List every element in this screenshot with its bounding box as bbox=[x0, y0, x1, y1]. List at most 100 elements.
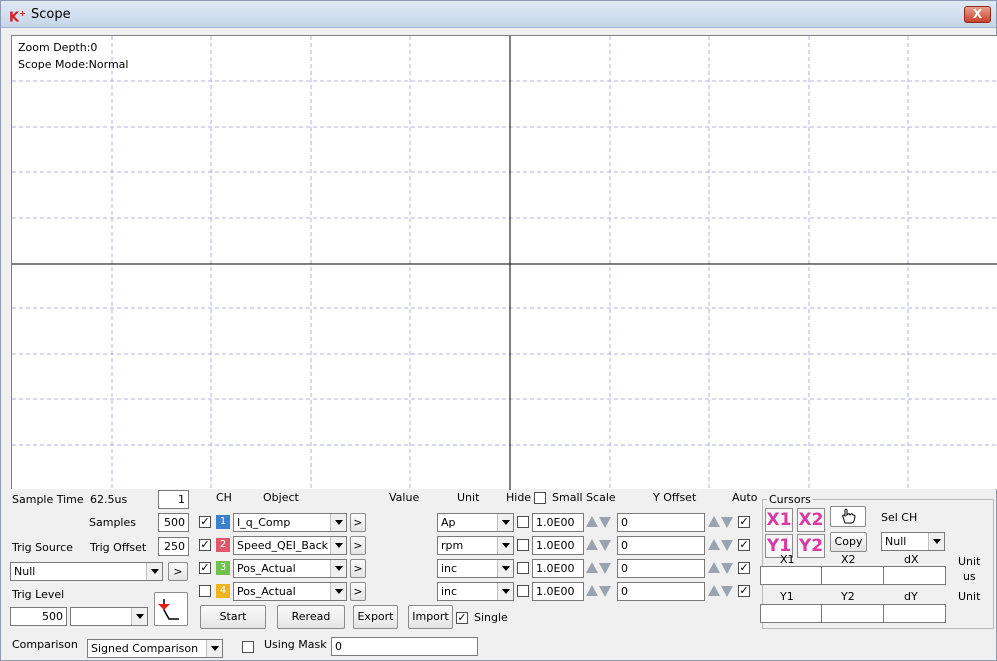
arrow-up-icon bbox=[708, 585, 720, 596]
chevron-down-icon bbox=[497, 560, 513, 577]
channel-enable-checkbox[interactable] bbox=[199, 585, 211, 597]
y1-value bbox=[760, 604, 822, 623]
trig-level-input[interactable]: 500 bbox=[10, 607, 67, 626]
channel-enable-checkbox[interactable]: ✓ bbox=[199, 516, 211, 528]
channel-hide-checkbox[interactable] bbox=[517, 562, 529, 574]
chevron-down-icon bbox=[497, 583, 513, 600]
small-scale-checkbox[interactable] bbox=[534, 492, 546, 504]
using-mask-checkbox[interactable] bbox=[242, 641, 254, 653]
channel-y-offset-input[interactable]: 0 bbox=[617, 582, 705, 601]
channel-object-arrow-button[interactable]: > bbox=[350, 582, 366, 601]
sel-ch-select[interactable]: Null bbox=[881, 532, 945, 551]
cursor-y2-button[interactable]: Y2 bbox=[797, 534, 825, 558]
zoom-depth-label: Zoom Depth:0 bbox=[18, 41, 98, 54]
channel-scale-input[interactable]: 1.0E00 bbox=[532, 536, 584, 555]
scale-spinner[interactable] bbox=[586, 582, 614, 600]
sample-time-multiplier-input[interactable]: 1 bbox=[158, 490, 189, 509]
samples-input[interactable]: 500 bbox=[158, 513, 189, 532]
hand-tool-button[interactable] bbox=[830, 506, 866, 527]
y2-col-label: Y2 bbox=[841, 590, 855, 603]
arrow-down-icon bbox=[599, 517, 611, 528]
copy-button[interactable]: Copy bbox=[830, 532, 867, 552]
channel-object-arrow-button[interactable]: > bbox=[350, 559, 366, 578]
channel-object-select[interactable]: Speed_QEI_Back bbox=[233, 536, 347, 555]
window-title: Scope bbox=[31, 7, 71, 22]
x1-col-label: X1 bbox=[780, 553, 795, 566]
cursor-x2-button[interactable]: X2 bbox=[797, 508, 825, 532]
falling-edge-icon bbox=[158, 599, 179, 620]
value-header: Value bbox=[389, 491, 420, 504]
dx-col-label: dX bbox=[904, 553, 919, 566]
trig-offset-input[interactable]: 250 bbox=[158, 537, 189, 556]
arrow-up-icon bbox=[708, 539, 720, 550]
channel-hide-checkbox[interactable] bbox=[517, 539, 529, 551]
channel-scale-input[interactable]: 1.0E00 bbox=[532, 582, 584, 601]
chevron-down-icon bbox=[497, 514, 513, 531]
start-button[interactable]: Start bbox=[200, 605, 266, 629]
channel-hide-checkbox[interactable] bbox=[517, 585, 529, 597]
channel-object-select[interactable]: Pos_Actual bbox=[233, 582, 347, 601]
comparison-select[interactable]: Signed Comparison bbox=[87, 639, 223, 658]
channel-unit-select[interactable]: inc bbox=[437, 559, 514, 578]
single-checkbox[interactable]: ✓ bbox=[456, 612, 468, 624]
channel-auto-checkbox[interactable]: ✓ bbox=[738, 516, 750, 528]
app-logo-icon: K+ bbox=[9, 9, 26, 26]
dy-value bbox=[883, 604, 946, 623]
arrow-down-icon bbox=[721, 586, 733, 597]
sel-ch-label: Sel CH bbox=[881, 511, 918, 524]
offset-spinner[interactable] bbox=[708, 513, 736, 531]
close-button[interactable]: X bbox=[964, 6, 991, 23]
channel-unit-select[interactable]: inc bbox=[437, 582, 514, 601]
offset-spinner[interactable] bbox=[708, 582, 736, 600]
trig-source-label: Trig Source bbox=[12, 541, 73, 554]
trig-source-arrow-button[interactable]: > bbox=[168, 562, 188, 581]
chevron-down-icon bbox=[330, 514, 346, 531]
channel-enable-checkbox[interactable]: ✓ bbox=[199, 562, 211, 574]
reread-button[interactable]: Reread bbox=[277, 605, 345, 629]
chevron-down-icon bbox=[928, 533, 944, 550]
channel-unit-select[interactable]: rpm bbox=[437, 536, 514, 555]
trigger-edge-button[interactable] bbox=[154, 592, 188, 626]
offset-spinner[interactable] bbox=[708, 559, 736, 577]
cursors-title: Cursors bbox=[767, 493, 813, 506]
channel-auto-checkbox[interactable]: ✓ bbox=[738, 585, 750, 597]
channel-scale-input[interactable]: 1.0E00 bbox=[532, 559, 584, 578]
channel-object-arrow-button[interactable]: > bbox=[350, 536, 366, 555]
channel-y-offset-input[interactable]: 0 bbox=[617, 559, 705, 578]
import-button[interactable]: Import bbox=[408, 605, 453, 629]
trig-offset-label: Trig Offset bbox=[90, 541, 147, 554]
offset-spinner[interactable] bbox=[708, 536, 736, 554]
arrow-down-icon bbox=[721, 563, 733, 574]
dx-value bbox=[883, 566, 946, 585]
scope-display[interactable]: Zoom Depth:0 Scope Mode:Normal bbox=[11, 35, 997, 490]
channel-object-arrow-button[interactable]: > bbox=[350, 513, 366, 532]
scale-spinner[interactable] bbox=[586, 559, 614, 577]
channel-hide-checkbox[interactable] bbox=[517, 516, 529, 528]
channel-auto-checkbox[interactable]: ✓ bbox=[738, 539, 750, 551]
cursor-x1-button[interactable]: X1 bbox=[765, 508, 793, 532]
channel-enable-checkbox[interactable]: ✓ bbox=[199, 539, 211, 551]
y2-value bbox=[821, 604, 884, 623]
chevron-down-icon bbox=[131, 608, 147, 625]
channel-number-badge: 1 bbox=[216, 515, 230, 529]
scale-spinner[interactable] bbox=[586, 513, 614, 531]
mask-input[interactable]: 0 bbox=[331, 637, 478, 656]
title-bar[interactable]: K+ Scope X bbox=[1, 1, 996, 28]
channel-auto-checkbox[interactable]: ✓ bbox=[738, 562, 750, 574]
export-button[interactable]: Export bbox=[353, 605, 398, 629]
trig-source-select[interactable]: Null bbox=[10, 562, 163, 581]
arrow-down-icon bbox=[721, 540, 733, 551]
channel-y-offset-input[interactable]: 0 bbox=[617, 513, 705, 532]
arrow-down-icon bbox=[721, 517, 733, 528]
trig-level-select[interactable] bbox=[70, 607, 148, 626]
channel-y-offset-input[interactable]: 0 bbox=[617, 536, 705, 555]
channel-object-select[interactable]: I_q_Comp bbox=[233, 513, 347, 532]
scale-spinner[interactable] bbox=[586, 536, 614, 554]
channel-unit-select[interactable]: Ap bbox=[437, 513, 514, 532]
arrow-up-icon bbox=[586, 539, 598, 550]
channel-scale-input[interactable]: 1.0E00 bbox=[532, 513, 584, 532]
ch-header: CH bbox=[216, 491, 232, 504]
unit-x-value: us bbox=[963, 570, 976, 583]
channel-object-select[interactable]: Pos_Actual bbox=[233, 559, 347, 578]
channel-number-badge: 2 bbox=[216, 538, 230, 552]
